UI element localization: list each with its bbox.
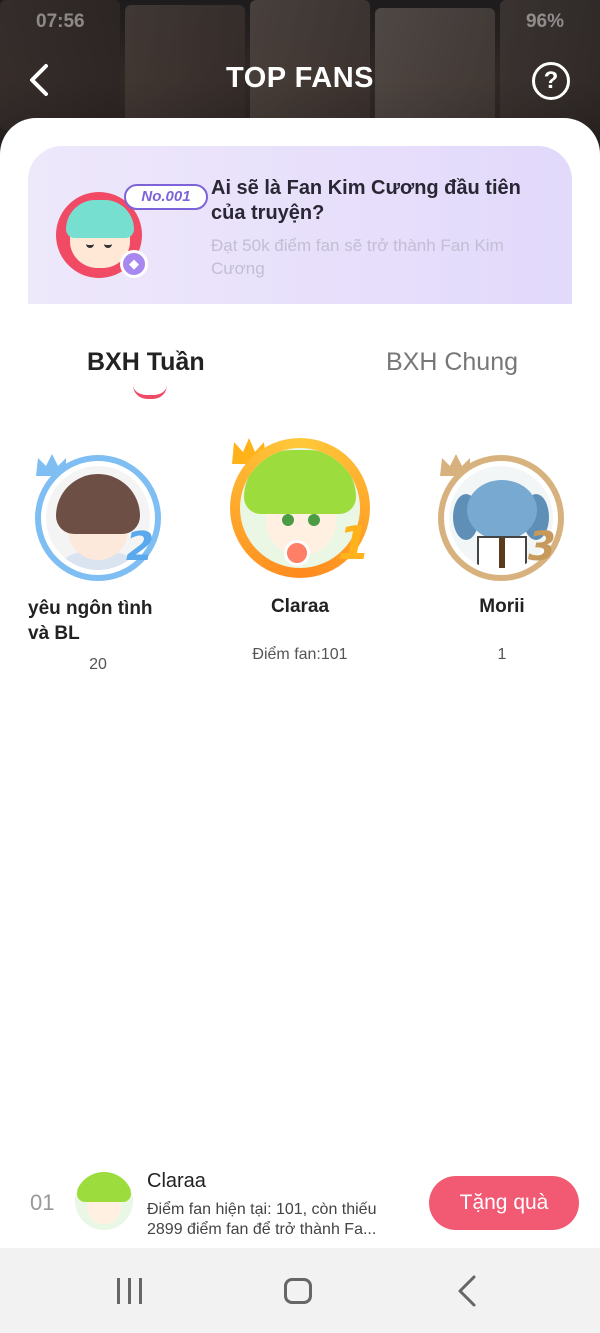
home-button[interactable] [278, 1274, 318, 1308]
banner-subtitle: Đạt 50k điểm fan sẽ trở thành Fan Kim Cư… [211, 236, 504, 278]
banner-title: Ai sẽ là Fan Kim Cương đầu tiên của truy… [211, 177, 521, 224]
status-bar: 07:56 96% [0, 6, 600, 38]
number-badge: No.001 [124, 184, 208, 210]
rank-number: 3 [528, 524, 556, 570]
fan-score: 20 [89, 656, 107, 673]
ranking-tabs: BXH Tuần BXH Chung [0, 348, 600, 408]
recent-apps-button[interactable] [110, 1274, 150, 1308]
active-tab-indicator [133, 385, 167, 399]
battery-level: 96% [525, 11, 564, 32]
rank-number: 2 [126, 524, 154, 570]
fan-name: Morii [479, 596, 525, 617]
fan-name: yêu ngôn tình và BL [28, 598, 153, 644]
system-navigation-bar [0, 1248, 600, 1333]
diamond-icon: ◆ [120, 250, 148, 278]
help-button[interactable]: ? [532, 62, 570, 100]
status-time: 07:56 [36, 11, 85, 32]
page-title: TOP FANS [226, 62, 374, 94]
top-bar: TOP FANS ? [0, 52, 600, 108]
diamond-fan-banner[interactable]: ◆ No.001 Ai sẽ là Fan Kim Cương đầu tiên… [28, 146, 572, 304]
my-fan-status-bar: 01 Claraa Điểm fan hiện tại: 101, còn th… [0, 1160, 600, 1248]
tab-weekly[interactable]: BXH Tuần [87, 348, 205, 377]
system-back-button[interactable] [450, 1274, 490, 1308]
my-fan-points-description: Điểm fan hiện tại: 101, còn thiếu 2899 đ… [147, 1201, 377, 1238]
fan-score: Điểm fan:101 [252, 646, 348, 663]
chevron-left-icon [458, 1275, 476, 1307]
my-name: Claraa [147, 1170, 206, 1192]
my-rank: 01 [30, 1190, 55, 1215]
my-avatar [75, 1172, 133, 1230]
fan-score: 1 [497, 646, 507, 663]
content-sheet: ◆ No.001 Ai sẽ là Fan Kim Cương đầu tiên… [0, 118, 600, 1248]
home-icon [284, 1278, 312, 1304]
fan-name: Claraa [270, 596, 330, 617]
rank-number: 1 [338, 516, 371, 570]
send-gift-button[interactable]: Tặng quà [429, 1176, 579, 1230]
tab-overall[interactable]: BXH Chung [386, 348, 518, 377]
question-icon: ? [543, 67, 559, 94]
